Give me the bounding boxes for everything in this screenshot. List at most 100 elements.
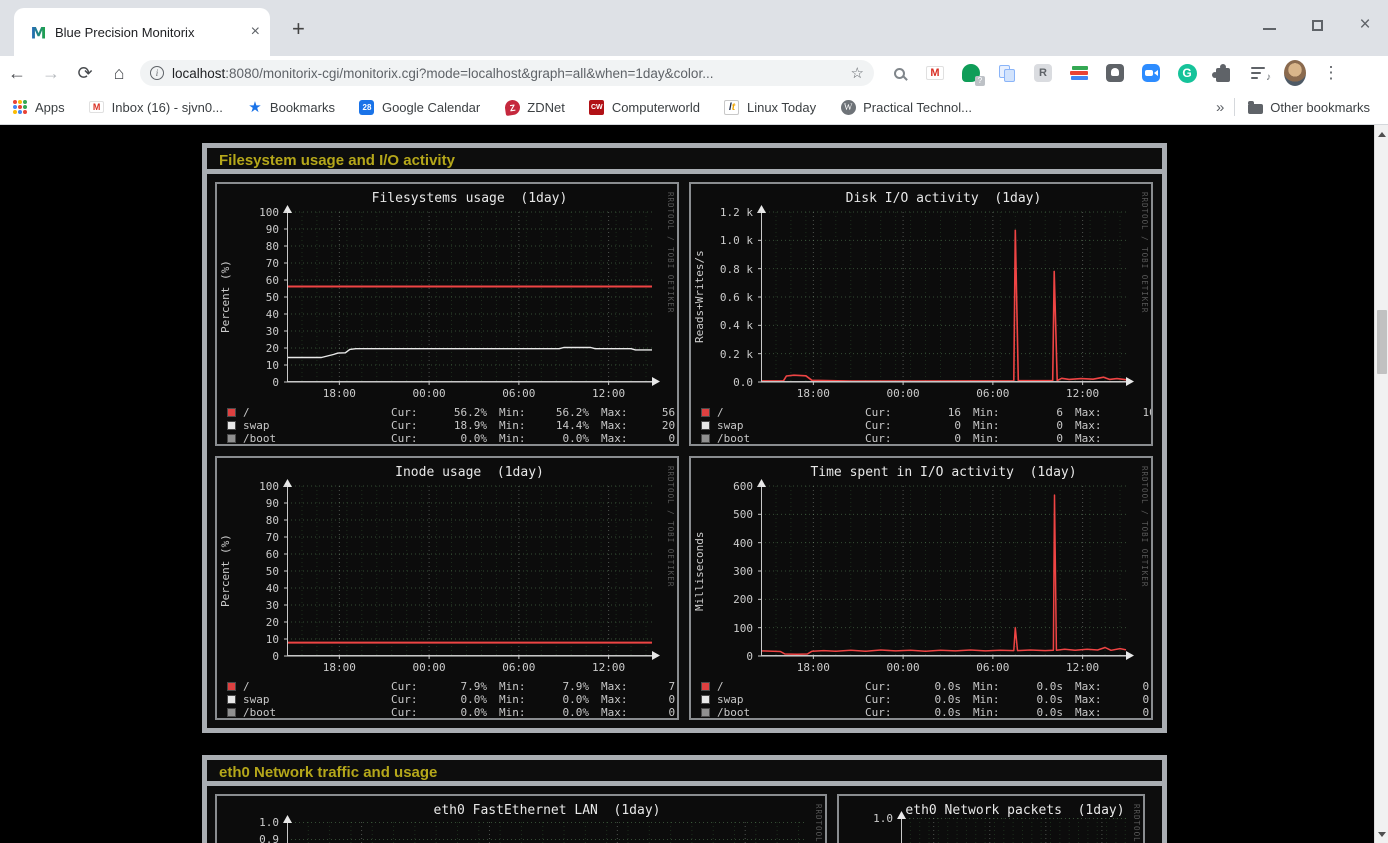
legend-row: /Cur:0.0sMin:0.0sMax:0.6s (701, 680, 1153, 693)
chart-disk-io-activity[interactable]: Disk I/O activity (1day)RRDTOOL / TOBI O… (689, 182, 1153, 446)
y-tick-label: 0.4 k (691, 319, 753, 332)
chart-inode-usage[interactable]: Inode usage (1day)RRDTOOL / TOBI OETIKER… (215, 456, 679, 720)
y-tick-label: 70 (217, 257, 279, 270)
legend-row: swapCur:0.0%Min:0.0%Max:0.0% (227, 693, 679, 706)
legend-color-swatch (227, 695, 236, 704)
browser-window: M Blue Precision Monitorix × + × ← → ⟳ ⌂… (0, 0, 1388, 843)
scrollbar-thumb[interactable] (1377, 310, 1387, 374)
reload-icon[interactable]: ⟳ (68, 63, 102, 84)
graph-plot-area (287, 822, 807, 843)
legend-color-swatch (227, 434, 236, 443)
page-info-icon[interactable]: i (150, 66, 164, 80)
graph-title: Filesystems usage (1day) (287, 191, 652, 206)
home-icon[interactable]: ⌂ (102, 63, 136, 84)
y-tick-label: 60 (217, 274, 279, 287)
y-tick-label: 200 (691, 593, 753, 606)
grammarly-g-icon[interactable]: G (1176, 62, 1198, 84)
browser-toolbar: ← → ⟳ ⌂ i localhost:8080/monitorix-cgi/m… (0, 56, 1388, 90)
copy-pages-icon[interactable] (996, 62, 1018, 84)
bookmark-item[interactable]: 28Google Calendar (359, 99, 480, 115)
bookmark-item[interactable]: ★Bookmarks (247, 99, 335, 115)
rrdtool-watermark: RRDTOOL / TOBI OETIKER (666, 466, 675, 587)
bookmark-item[interactable]: WPractical Technol... (840, 99, 972, 115)
y-tick-label: 40 (217, 308, 279, 321)
y-tick-label: 0.9 (217, 833, 279, 843)
forward-arrow-icon[interactable]: → (34, 63, 68, 84)
apps-grid-icon (12, 99, 28, 115)
y-tick-label: 300 (691, 565, 753, 578)
y-tick-label: 30 (217, 325, 279, 338)
chart-time-spent-io[interactable]: Time spent in I/O activity (1day)RRDTOOL… (689, 456, 1153, 720)
back-arrow-icon[interactable]: ← (0, 63, 34, 84)
book-stack-icon[interactable] (1068, 62, 1090, 84)
y-tick-label: 1.0 (839, 812, 893, 825)
legend-row: /bootCur:0.0%Min:0.0%Max:0.0% (227, 706, 679, 719)
section-title: Filesystem usage and I/O activity (207, 148, 1162, 174)
address-bar[interactable]: i localhost:8080/monitorix-cgi/monitorix… (140, 60, 874, 86)
keep-note-icon[interactable] (1104, 62, 1126, 84)
chart-eth0-lan[interactable]: eth0 FastEthernet LAN (1day)RRDTOOL / TO… (215, 794, 827, 843)
legend-color-swatch (701, 408, 710, 417)
chart-eth0-packets[interactable]: eth0 Network packets (1day)RRDTOOL / TOB… (837, 794, 1145, 843)
gmail-icon[interactable]: M (924, 62, 946, 84)
legend-color-swatch (227, 708, 236, 717)
scrollbar-up-arrow[interactable] (1375, 127, 1388, 141)
bookmarks-divider (1234, 98, 1235, 116)
window-maximize-button[interactable] (1304, 12, 1330, 38)
window-close-button[interactable]: × (1352, 12, 1378, 38)
tab-strip: M Blue Precision Monitorix × + × (0, 0, 1388, 56)
zdnet-icon: Z (504, 99, 520, 115)
chart-filesystems-usage[interactable]: Filesystems usage (1day)RRDTOOL / TOBI O… (215, 182, 679, 446)
y-tick-label: 500 (691, 508, 753, 521)
url-text[interactable]: localhost:8080/monitorix-cgi/monitorix.c… (172, 66, 843, 81)
x-tick-label: 12:00 (587, 661, 631, 674)
menu-dots-icon[interactable]: ⋮ (1320, 62, 1342, 84)
bookmark-item[interactable]: ZZDNet (504, 99, 565, 115)
scrollbar-down-arrow[interactable] (1375, 827, 1388, 841)
x-tick-label: 18:00 (317, 387, 361, 400)
y-tick-label: 90 (217, 497, 279, 510)
search-icon[interactable] (888, 62, 910, 84)
playlist-music-icon[interactable] (1248, 62, 1270, 84)
y-tick-label: 600 (691, 480, 753, 493)
graph-plot-area (287, 486, 652, 656)
section-filesystem: Filesystem usage and I/O activity Filesy… (202, 143, 1167, 733)
bookmark-star-icon[interactable]: ☆ (851, 64, 864, 82)
profile-avatar-icon[interactable] (1284, 62, 1306, 84)
x-tick-label: 06:00 (971, 387, 1015, 400)
rrdtool-watermark: RRDTOOL / TOBI OETIKER (1140, 192, 1149, 313)
legend-color-swatch (701, 682, 710, 691)
bookmarks-overflow-chevron[interactable]: » (1216, 99, 1224, 116)
x-tick-label: 12:00 (1061, 661, 1105, 674)
zoom-camera-icon[interactable] (1140, 62, 1162, 84)
page-scrollbar[interactable] (1374, 125, 1388, 843)
graph-plot-area (761, 486, 1126, 656)
section-eth0: eth0 Network traffic and usage eth0 Fast… (202, 755, 1167, 843)
legend-color-swatch (227, 408, 236, 417)
bookmark-item[interactable]: Apps (12, 99, 65, 115)
tab-close-icon[interactable]: × (251, 23, 260, 41)
browser-tab[interactable]: M Blue Precision Monitorix × (14, 8, 270, 56)
y-tick-label: 1.0 k (691, 234, 753, 247)
bookmark-item[interactable]: MInbox (16) - sjvn0... (89, 99, 223, 115)
extensions-puzzle-icon[interactable] (1212, 62, 1234, 84)
y-tick-label: 40 (217, 582, 279, 595)
bookmark-item[interactable]: ltLinux Today (724, 99, 816, 115)
x-tick-label: 06:00 (497, 661, 541, 674)
other-bookmarks-button[interactable]: Other bookmarks (1247, 99, 1370, 115)
legend-color-swatch (701, 421, 710, 430)
y-tick-label: 70 (217, 531, 279, 544)
bookmark-item[interactable]: CWComputerworld (589, 99, 700, 115)
rrdtool-watermark: RRDTOOL / TOBI OETIKER (1132, 804, 1141, 843)
y-tick-label: 10 (217, 359, 279, 372)
window-minimize-button[interactable] (1256, 12, 1282, 38)
legend-row: /bootCur:0.0sMin:0.0sMax:0.0s (701, 706, 1153, 719)
legend-row: swapCur:18.9%Min:14.4%Max:20.5% (227, 419, 679, 432)
reader-r-icon[interactable]: R (1032, 62, 1054, 84)
graph-plot-area (901, 818, 1129, 843)
y-tick-label: 0.8 k (691, 263, 753, 276)
new-tab-button[interactable]: + (292, 16, 305, 42)
x-tick-label: 18:00 (791, 661, 835, 674)
google-voice-icon[interactable] (960, 62, 982, 84)
folder-icon (1247, 99, 1263, 115)
